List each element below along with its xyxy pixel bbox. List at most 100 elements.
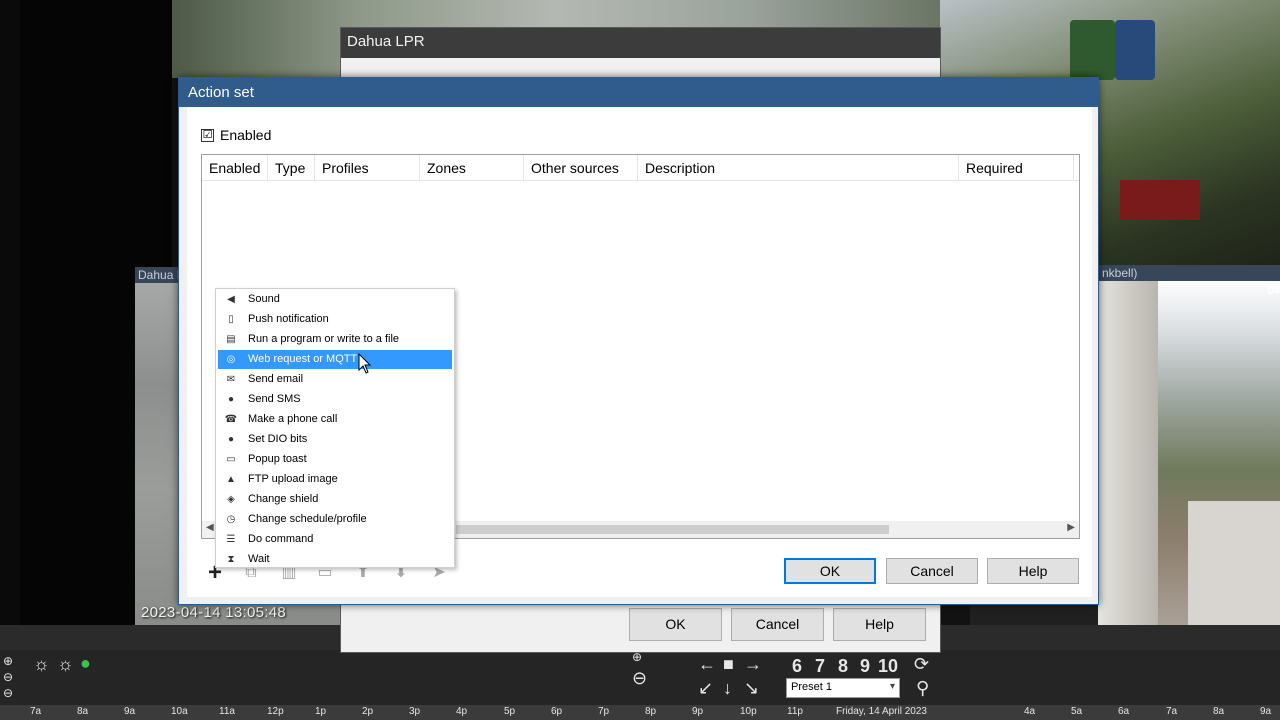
location-pin-icon[interactable]: ⚲ [916, 678, 929, 699]
help-button[interactable]: Help [833, 608, 926, 641]
preset-9-button[interactable]: 9 [860, 656, 870, 677]
envelope-icon: ✉ [226, 374, 236, 385]
ptz-left-icon[interactable]: ← [698, 654, 716, 675]
timeline-tick: 2p [362, 706, 374, 717]
menu-item-label: Web request or MQTT [248, 353, 358, 365]
column-zones[interactable]: Zones [420, 155, 524, 181]
timeline-tick: 10p [740, 706, 757, 717]
timeline-tick: 7a [1166, 706, 1178, 717]
timeline-tick: 9a [124, 706, 136, 717]
timeline-tick: 5p [504, 706, 516, 717]
file-icon: ▤ [226, 334, 236, 345]
preset-7-button[interactable]: 7 [815, 656, 825, 677]
dialog-title: Dahua LPR [347, 33, 425, 50]
menu-item-send-email[interactable]: ✉ Send email [218, 370, 452, 389]
timeline-tick: 1p [315, 706, 327, 717]
menu-item-push-notification[interactable]: ▯ Push notification [218, 310, 452, 329]
ptz-down-left-icon[interactable]: ↙ [698, 678, 713, 699]
menu-item-label: Wait [248, 553, 270, 565]
menu-item-change-shield[interactable]: ◈ Change shield [218, 490, 452, 509]
column-required[interactable]: Required [959, 155, 1074, 181]
column-profiles[interactable]: Profiles [315, 155, 420, 181]
timeline-tick: 6a [1118, 706, 1130, 717]
ok-button[interactable]: OK [784, 558, 876, 584]
zoom-icon[interactable]: ⊖ [3, 670, 13, 684]
menu-item-web-request[interactable]: ◎ Web request or MQTT [218, 350, 452, 369]
timeline-tick: 8a [77, 706, 89, 717]
dialog-title-bar[interactable]: Action set [179, 78, 1098, 107]
bulb-icon: ● [227, 434, 235, 445]
camera-right-timestamp: 04 [1267, 285, 1280, 297]
preset-8-button[interactable]: 8 [838, 656, 848, 677]
camera-feed-doorbell: 04 [1098, 281, 1280, 625]
ptz-right-icon[interactable]: → [744, 654, 762, 675]
column-type[interactable]: Type [268, 155, 315, 181]
menu-item-label: FTP upload image [248, 473, 338, 485]
preset-10-button[interactable]: 10 [878, 656, 898, 677]
timeline-tick: 7a [30, 706, 42, 717]
cancel-button[interactable]: Cancel [886, 558, 978, 584]
zoom-out-icon[interactable]: ⊖ [3, 686, 13, 700]
menu-item-label: Popup toast [248, 453, 307, 465]
brightness-high-icon[interactable]: ☼ [57, 654, 74, 675]
camera-right-header: nkbell) [1098, 265, 1280, 281]
refresh-icon[interactable]: ⟳ [914, 654, 929, 675]
list-icon: ☰ [226, 534, 236, 545]
menu-item-label: Change shield [248, 493, 319, 505]
menu-item-change-schedule[interactable]: ◷ Change schedule/profile [218, 510, 452, 529]
timeline-tick: 8p [645, 706, 657, 717]
menu-item-wait[interactable]: ⧗ Wait [218, 550, 452, 569]
timeline-tick: 9a [1260, 706, 1272, 717]
scroll-right-icon[interactable]: ▶ [1067, 522, 1075, 533]
zoom-in-icon[interactable]: ⊕ [3, 654, 13, 668]
cancel-button[interactable]: Cancel [731, 608, 824, 641]
menu-item-phone-call[interactable]: ☎ Make a phone call [218, 410, 452, 429]
dialog-title-bar[interactable]: Dahua LPR [341, 28, 940, 58]
menu-item-label: Sound [248, 293, 280, 305]
enabled-checkbox[interactable]: ☑ [201, 129, 214, 142]
menu-item-send-sms[interactable]: ● Send SMS [218, 390, 452, 409]
monitor-icon: ▭ [226, 454, 236, 465]
brightness-low-icon[interactable]: ☼ [33, 654, 50, 675]
column-enabled[interactable]: Enabled [202, 155, 268, 181]
timeline-tick: 5a [1071, 706, 1083, 717]
timeline-tick: 11p [787, 706, 803, 717]
speaker-icon: ◀ [227, 294, 235, 305]
preset-6-button[interactable]: 6 [792, 656, 802, 677]
timeline-tick: 12p [267, 706, 284, 717]
menu-item-label: Run a program or write to a file [248, 333, 400, 345]
phone-icon: ▯ [228, 314, 234, 325]
ptz-down-icon[interactable]: ↓ [723, 678, 732, 699]
column-description[interactable]: Description [638, 155, 959, 181]
timeline[interactable]: 7a 8a 9a 10a 11a 12p 1p 2p 3p 4p 5p 6p 7… [0, 705, 1280, 720]
scroll-left-icon[interactable]: ◀ [206, 522, 214, 533]
bottom-control-bar-lower: ⊕ ⊖ ⊖ ☼ ☼ ● ⊕ ⊖ ← ■ → ↙ ↓ ↘ 6 7 8 9 10 ⟳… [0, 650, 1280, 705]
menu-item-sound[interactable]: ◀ Sound [218, 290, 452, 309]
column-other-sources[interactable]: Other sources [524, 155, 638, 181]
menu-item-popup-toast[interactable]: ▭ Popup toast [218, 450, 452, 469]
add-action-menu: ◀ Sound ▯ Push notification ▤ Run a prog… [215, 288, 455, 568]
blue-bin [1115, 20, 1155, 80]
timeline-tick: 6p [551, 706, 563, 717]
timeline-tick: 7p [598, 706, 610, 717]
shield-icon: ◈ [227, 494, 235, 505]
timeline-tick: 4p [456, 706, 468, 717]
ok-button[interactable]: OK [629, 608, 722, 641]
ptz-down-right-icon[interactable]: ↘ [744, 678, 759, 699]
menu-item-do-command[interactable]: ☰ Do command [218, 530, 452, 549]
help-button[interactable]: Help [987, 558, 1079, 584]
ptz-stop-icon[interactable]: ■ [723, 654, 734, 675]
timeline-tick: 9p [692, 706, 704, 717]
status-ok-icon[interactable]: ● [80, 653, 91, 674]
table-header: Enabled Type Profiles Zones Other source… [202, 155, 1079, 181]
timeline-tick: 8a [1213, 706, 1225, 717]
menu-item-set-dio[interactable]: ● Set DIO bits [218, 430, 452, 449]
enabled-label: Enabled [220, 127, 272, 143]
menu-item-ftp-upload[interactable]: ▲ FTP upload image [218, 470, 452, 489]
menu-item-run-program[interactable]: ▤ Run a program or write to a file [218, 330, 452, 349]
preset-select[interactable]: Preset 1 ▾ [786, 678, 900, 698]
camera-left-header: Dahua L [135, 267, 180, 283]
menu-item-label: Send SMS [248, 393, 301, 405]
ptz-zoom-out-icon[interactable]: ⊖ [632, 668, 647, 689]
scrollbar-thumb[interactable] [456, 525, 889, 534]
